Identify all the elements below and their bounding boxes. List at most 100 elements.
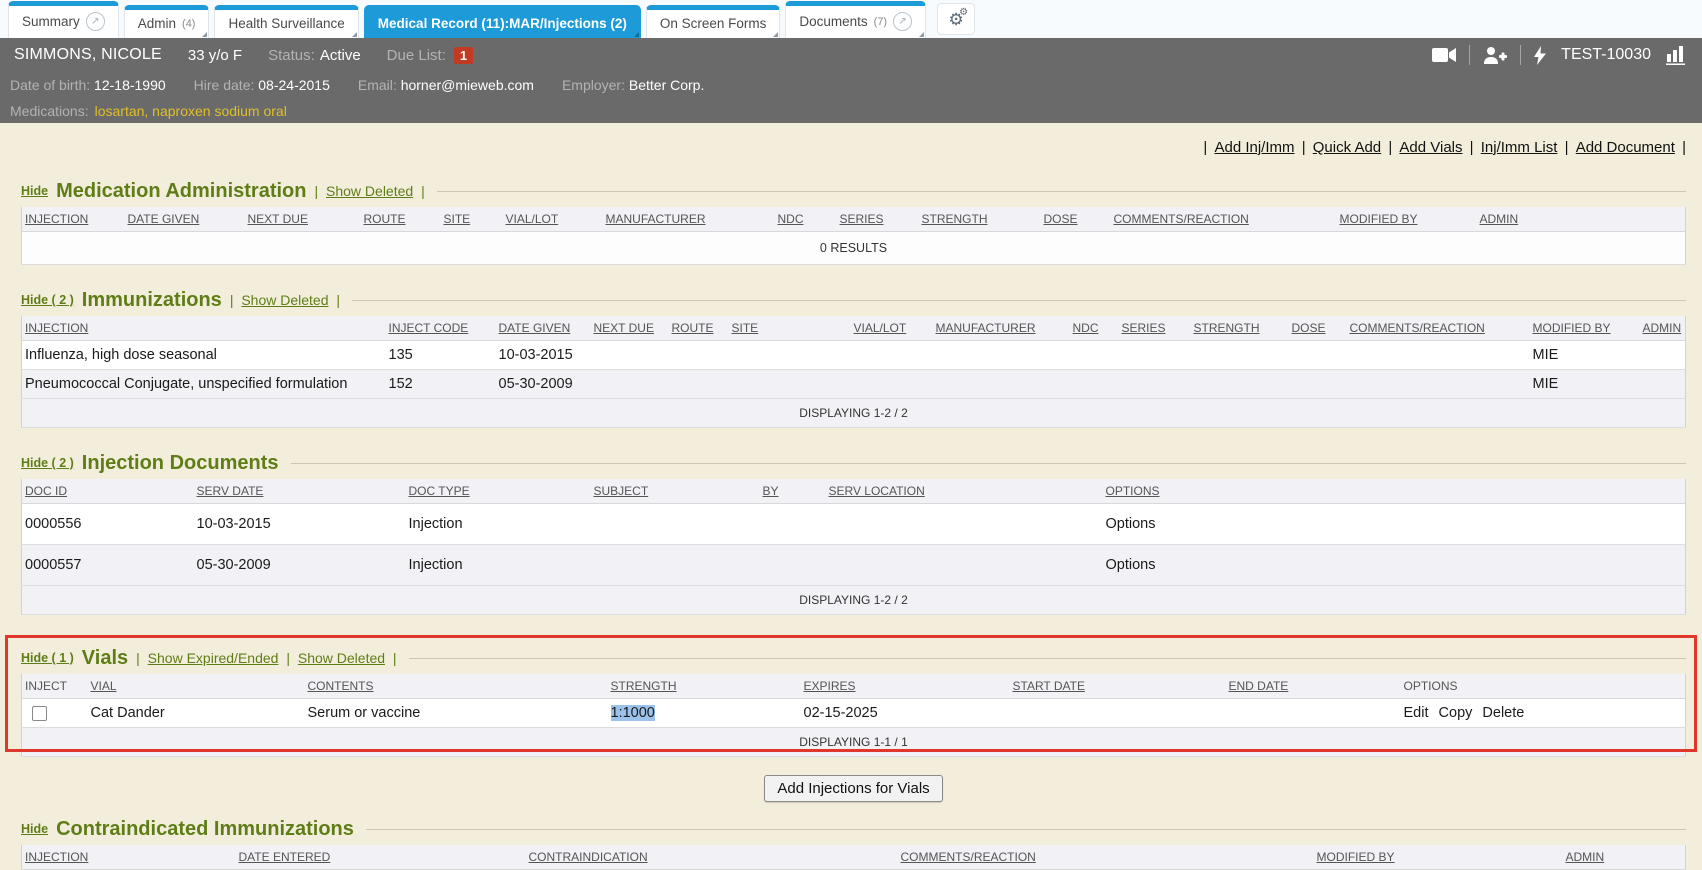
column-header[interactable]: MANUFACTURER — [933, 316, 1070, 341]
hide-link[interactable]: Hide ( 1 ) — [21, 651, 74, 665]
divider — [1520, 45, 1521, 65]
tab-menu-fold-icon[interactable] — [352, 32, 357, 37]
show-deleted-link[interactable]: Show Deleted — [326, 183, 413, 199]
options-link[interactable]: Options — [1106, 516, 1156, 532]
column-header[interactable]: MODIFIED BY — [1337, 207, 1477, 232]
mar-injections-content: | Add Inj/Imm | Quick Add | Add Vials | … — [0, 123, 1702, 870]
column-header[interactable]: SITE — [729, 316, 851, 341]
settings-gears-button[interactable]: ⚙ ⚙ — [937, 3, 975, 35]
add-person-icon[interactable] — [1483, 46, 1507, 64]
column-header[interactable]: START DATE — [1010, 674, 1226, 699]
tab-menu-fold-icon[interactable] — [202, 32, 207, 37]
tab-count: (4) — [182, 18, 195, 30]
options-link[interactable]: Options — [1106, 557, 1156, 573]
column-header[interactable]: CONTENTS — [305, 674, 608, 699]
patient-age-sex: 33 y/o F — [188, 47, 242, 64]
popout-icon[interactable]: ↗ — [893, 12, 912, 31]
pipe: | — [1388, 139, 1392, 156]
column-header[interactable]: MODIFIED BY — [1530, 316, 1640, 341]
vial-inject-checkbox[interactable] — [32, 706, 47, 721]
column-header[interactable]: ADMIN — [1640, 316, 1686, 341]
column-header[interactable]: SERV LOCATION — [826, 479, 1103, 504]
medications-list-link[interactable]: losartan, naproxen sodium oral — [95, 103, 287, 119]
column-header[interactable]: EXPIRES — [801, 674, 1010, 699]
column-header[interactable]: DATE GIVEN — [496, 316, 591, 341]
column-header[interactable]: MODIFIED BY — [1314, 845, 1563, 870]
column-header[interactable]: BY — [760, 479, 826, 504]
column-header[interactable]: STRENGTH — [919, 207, 1041, 232]
hide-link[interactable]: Hide ( 2 ) — [21, 293, 74, 307]
column-header[interactable]: NDC — [1070, 316, 1119, 341]
column-header[interactable]: VIAL/LOT — [503, 207, 603, 232]
column-header[interactable]: STRENGTH — [1191, 316, 1289, 341]
column-header[interactable]: DOSE — [1041, 207, 1111, 232]
column-header[interactable]: INJECTION — [22, 845, 236, 870]
show-deleted-link[interactable]: Show Deleted — [298, 650, 385, 666]
tab-medical-record[interactable]: Medical Record (11):MAR/Injections (2) — [364, 5, 641, 38]
column-header[interactable]: MANUFACTURER — [603, 207, 775, 232]
tab-summary[interactable]: Summary ↗ — [8, 1, 119, 38]
due-list-count-badge[interactable]: 1 — [454, 47, 473, 64]
tab-menu-fold-icon[interactable] — [919, 32, 924, 37]
column-header[interactable]: ROUTE — [669, 316, 729, 341]
hide-link[interactable]: Hide — [21, 822, 48, 836]
column-header[interactable]: CONTRAINDICATION — [526, 845, 898, 870]
column-header[interactable]: COMMENTS/REACTION — [1347, 316, 1530, 341]
hide-link[interactable]: Hide — [21, 184, 48, 198]
bar-chart-icon[interactable] — [1666, 46, 1688, 65]
column-header[interactable]: VIAL/LOT — [851, 316, 933, 341]
edit-link[interactable]: Edit — [1404, 705, 1429, 721]
tab-health-surveillance[interactable]: Health Surveillance — [214, 5, 358, 38]
column-header[interactable]: INJECT CODE — [386, 316, 496, 341]
column-header[interactable]: END DATE — [1226, 674, 1401, 699]
column-header[interactable]: DATE ENTERED — [236, 845, 526, 870]
delete-link[interactable]: Delete — [1482, 705, 1524, 721]
copy-link[interactable]: Copy — [1439, 705, 1473, 721]
column-header[interactable]: SERIES — [1119, 316, 1191, 341]
popout-icon[interactable]: ↗ — [86, 12, 105, 31]
column-header[interactable]: ADMIN — [1477, 207, 1686, 232]
tab-menu-fold-icon[interactable] — [773, 32, 778, 37]
column-header[interactable]: DOSE — [1289, 316, 1347, 341]
column-header[interactable]: NDC — [775, 207, 837, 232]
column-header[interactable]: STRENGTH — [608, 674, 801, 699]
column-header[interactable]: COMMENTS/REACTION — [1111, 207, 1337, 232]
hide-link[interactable]: Hide ( 2 ) — [21, 456, 74, 470]
column-header[interactable]: SITE — [441, 207, 503, 232]
column-header[interactable]: COMMENTS/REACTION — [898, 845, 1314, 870]
column-header[interactable]: OPTIONS — [1103, 479, 1686, 504]
serv-date: 10-03-2015 — [194, 504, 406, 545]
paging-status: DISPLAYING 1-2 / 2 — [22, 586, 1686, 615]
column-header[interactable]: ROUTE — [361, 207, 441, 232]
column-header[interactable]: DOC TYPE — [406, 479, 591, 504]
tab-label: Admin — [138, 16, 176, 31]
due-list-label: Due List: — [387, 47, 446, 64]
column-header[interactable]: DOC ID — [22, 479, 194, 504]
column-header[interactable]: ADMIN — [1563, 845, 1686, 870]
column-header[interactable]: NEXT DUE — [591, 316, 669, 341]
add-vials-link[interactable]: Add Vials — [1399, 139, 1462, 156]
add-document-link[interactable]: Add Document — [1576, 139, 1675, 156]
show-deleted-link[interactable]: Show Deleted — [241, 292, 328, 308]
column-header[interactable]: SERV DATE — [194, 479, 406, 504]
column-header[interactable]: SUBJECT — [591, 479, 760, 504]
add-injections-for-vials-button[interactable]: Add Injections for Vials — [764, 775, 942, 802]
video-camera-icon[interactable] — [1432, 47, 1456, 63]
column-header[interactable]: DATE GIVEN — [125, 207, 245, 232]
pipe: | — [136, 650, 140, 666]
add-inj-imm-link[interactable]: Add Inj/Imm — [1214, 139, 1294, 156]
column-header[interactable]: INJECTION — [22, 316, 386, 341]
column-header[interactable]: SERIES — [837, 207, 919, 232]
column-header[interactable]: NEXT DUE — [245, 207, 361, 232]
show-expired-ended-link[interactable]: Show Expired/Ended — [148, 650, 279, 666]
tab-on-screen-forms[interactable]: On Screen Forms — [646, 5, 781, 38]
column-header[interactable]: INJECTION — [22, 207, 125, 232]
tab-menu-fold-icon[interactable] — [634, 32, 639, 37]
lightning-bolt-icon[interactable] — [1534, 46, 1546, 65]
vials-table: INJECT VIAL CONTENTS STRENGTH EXPIRES ST… — [21, 674, 1686, 757]
inj-imm-list-link[interactable]: Inj/Imm List — [1481, 139, 1558, 156]
tab-admin[interactable]: Admin (4) — [124, 5, 210, 38]
quick-add-link[interactable]: Quick Add — [1313, 139, 1381, 156]
column-header[interactable]: VIAL — [88, 674, 305, 699]
tab-documents[interactable]: Documents (7) ↗ — [785, 1, 926, 38]
